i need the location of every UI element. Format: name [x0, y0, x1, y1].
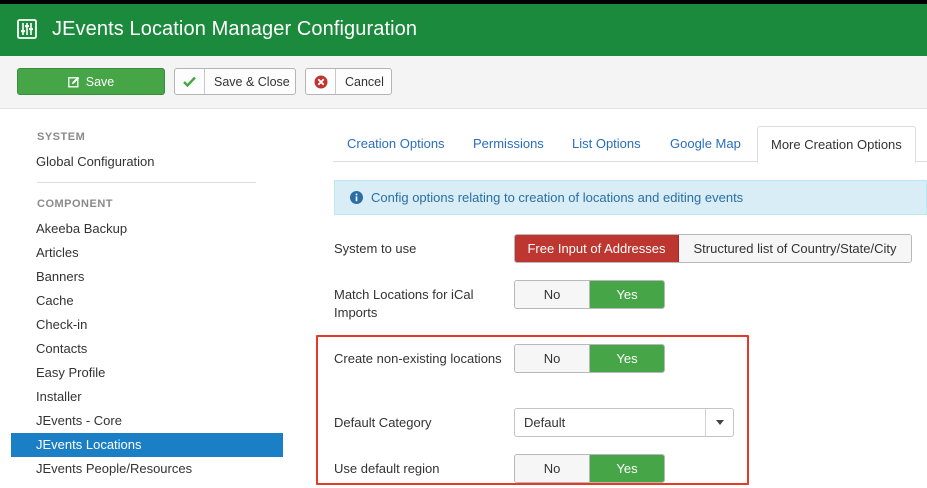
- checkmark-icon: [175, 69, 205, 94]
- save-label: Save: [85, 74, 115, 89]
- sidebar-item-akeeba-backup[interactable]: Akeeba Backup: [11, 217, 283, 241]
- page-title: JEvents Location Manager Configuration: [52, 18, 418, 40]
- sidebar-item-global-configuration[interactable]: Global Configuration: [11, 150, 283, 174]
- system-to-use-label: System to use: [334, 241, 417, 256]
- match-locations-toggle: No Yes: [514, 280, 665, 309]
- save-close-label: Save & Close: [214, 74, 290, 89]
- cancel-label: Cancel: [345, 74, 384, 89]
- highlight-box: [316, 335, 749, 485]
- option-structured-list[interactable]: Structured list of Country/State/City: [679, 235, 911, 262]
- info-alert: Config options relating to creation of l…: [334, 180, 927, 215]
- sidebar-divider: [37, 182, 256, 183]
- tab-google-map[interactable]: Google Map: [657, 126, 754, 162]
- info-icon: [350, 191, 363, 204]
- tab-permissions[interactable]: Permissions: [460, 126, 557, 162]
- sidebar-item-contacts[interactable]: Contacts: [11, 337, 283, 361]
- sidebar-item-jevents-locations[interactable]: JEvents Locations: [11, 433, 283, 457]
- sidebar-item-cache[interactable]: Cache: [11, 289, 283, 313]
- toolbar: Save Save & Close Cancel: [0, 56, 927, 109]
- info-text: Config options relating to creation of l…: [371, 190, 744, 205]
- option-free-input[interactable]: Free Input of Addresses: [515, 235, 679, 262]
- match-locations-yes[interactable]: Yes: [590, 281, 664, 308]
- match-locations-label: Match Locations for iCal Imports: [334, 287, 474, 320]
- sidebar: SYSTEM Global Configuration COMPONENT Ak…: [0, 109, 300, 488]
- system-heading: SYSTEM: [37, 131, 86, 143]
- page-header: JEvents Location Manager Configuration: [0, 4, 927, 56]
- save-button[interactable]: Save: [17, 68, 165, 95]
- sidebar-item-articles[interactable]: Articles: [11, 241, 283, 265]
- sidebar-item-easy-profile[interactable]: Easy Profile: [11, 361, 283, 385]
- options-sliders-icon: [17, 19, 37, 39]
- cancel-button[interactable]: Cancel: [305, 68, 392, 95]
- component-heading: COMPONENT: [37, 198, 113, 210]
- tab-list-options[interactable]: List Options: [559, 126, 654, 162]
- sidebar-item-banners[interactable]: Banners: [11, 265, 283, 289]
- sidebar-item-check-in[interactable]: Check-in: [11, 313, 283, 337]
- tab-creation-options[interactable]: Creation Options: [334, 126, 458, 162]
- sidebar-item-installer[interactable]: Installer: [11, 385, 283, 409]
- edit-icon: [67, 76, 79, 87]
- sidebar-item-jevents-people-resources[interactable]: JEvents People/Resources: [11, 457, 283, 481]
- system-to-use-toggle: Free Input of Addresses Structured list …: [514, 234, 912, 263]
- tab-more-creation-options[interactable]: More Creation Options: [757, 126, 916, 163]
- tab-bar: Creation Options Permissions List Option…: [333, 126, 927, 163]
- save-close-button[interactable]: Save & Close: [174, 68, 296, 95]
- sidebar-item-jevents-core[interactable]: JEvents - Core: [11, 409, 283, 433]
- cancel-circle-icon: [306, 69, 336, 94]
- match-locations-no[interactable]: No: [515, 281, 590, 308]
